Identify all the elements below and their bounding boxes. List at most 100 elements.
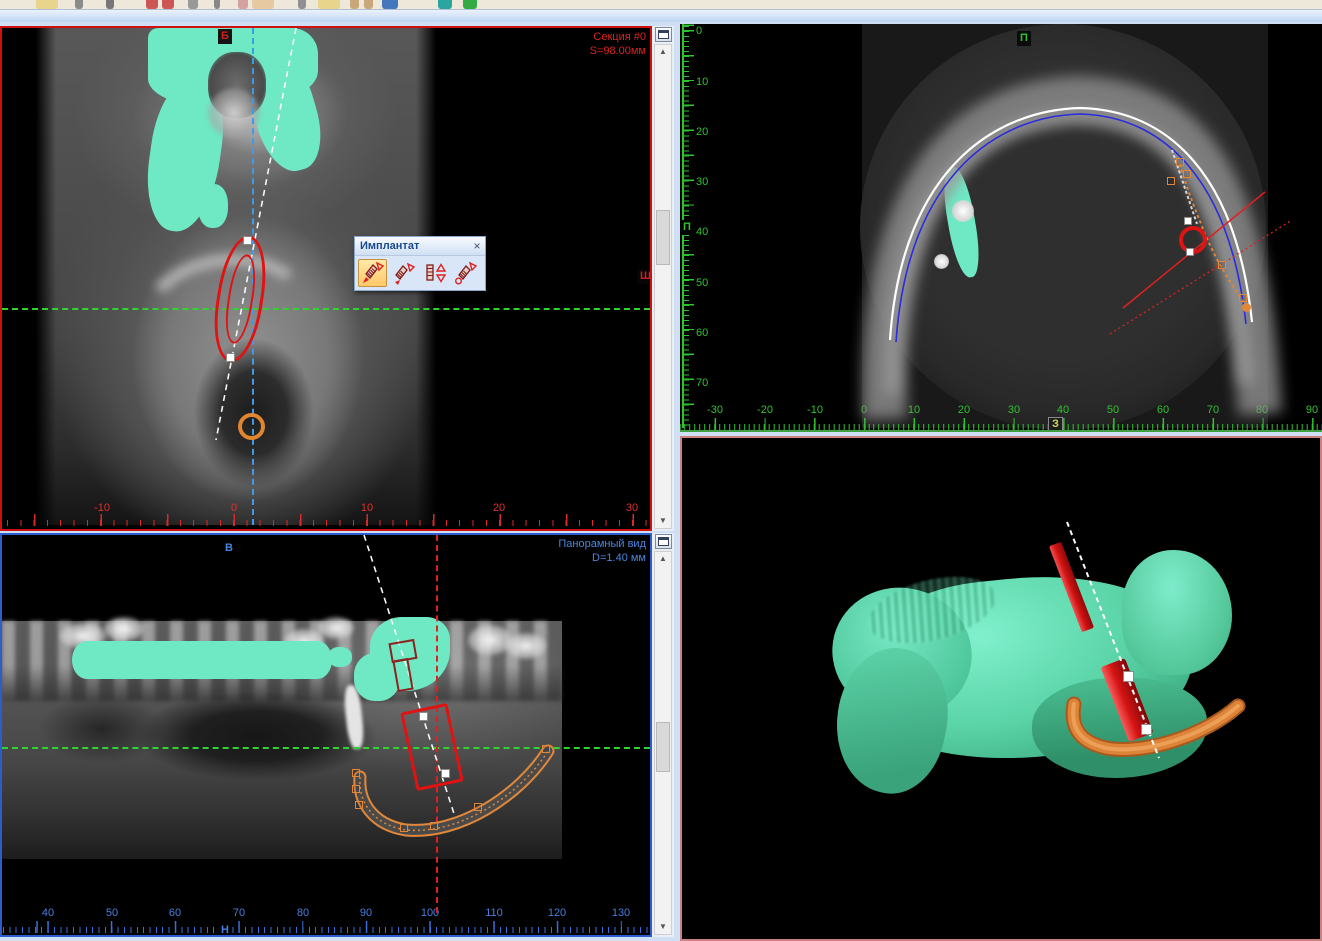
ruler-label: 80	[297, 907, 309, 919]
ruler-label: 30	[696, 176, 708, 188]
resize-implant-button[interactable]	[420, 259, 449, 287]
panoramic-view[interactable]: 405060708090100110120130 Панорамный вид …	[0, 533, 652, 937]
rotate-implant-button[interactable]	[389, 259, 418, 287]
toolbar-icon-fragment[interactable]	[188, 0, 198, 9]
implant-bottom-handle[interactable]	[1141, 724, 1152, 735]
main-toolbar	[0, 0, 1322, 22]
toolbar-icon-fragment[interactable]	[238, 0, 248, 9]
tooth-highlight	[104, 617, 144, 641]
window-icon	[658, 30, 669, 39]
maximize-view-button[interactable]	[655, 534, 672, 549]
tooth-highlight	[318, 617, 354, 639]
maximize-view-button[interactable]	[655, 27, 672, 42]
implant-handle[interactable]	[1186, 248, 1194, 256]
implant-handle[interactable]	[1184, 217, 1192, 225]
ruler-label: 40	[1057, 404, 1069, 416]
ruler-label: 0	[696, 25, 702, 37]
implant-pivot-button[interactable]	[451, 259, 480, 287]
nerve-curve-handle[interactable]	[355, 801, 363, 809]
ruler-label: 80	[1256, 404, 1268, 416]
toolbar-icons-strip[interactable]	[0, 0, 1322, 9]
ruler-label: 70	[696, 377, 708, 389]
nerve-curve-handle[interactable]	[352, 785, 360, 793]
ruler-label: -10	[94, 502, 110, 514]
nerve-curve-handle[interactable]	[1183, 170, 1191, 178]
toolbar-icon-fragment[interactable]	[350, 0, 359, 9]
panoramic-scrollbar[interactable]: ▲ ▼	[654, 551, 672, 935]
toolbar-icon-fragment[interactable]	[146, 0, 158, 9]
implant-bottom-handle[interactable]	[441, 769, 450, 778]
nerve-curve-handle[interactable]	[400, 824, 408, 832]
toolbar-icon-fragment[interactable]	[162, 0, 174, 9]
toolbar-icon-fragment[interactable]	[298, 0, 306, 9]
axial-view[interactable]: 010203040506070 -30-20-10010203040506070…	[680, 24, 1322, 432]
nerve-curve-handle[interactable]	[352, 769, 360, 777]
cross-section-ruler: -100102030	[2, 502, 650, 516]
nerve-curve-handle[interactable]	[1218, 261, 1226, 269]
cross-section-view[interactable]: -100102030 Секция #0 S=98.00мм Б Ш Импла…	[0, 26, 652, 531]
segmentation-teal-region	[198, 184, 228, 228]
toolbar-icon-fragment[interactable]	[252, 0, 274, 9]
tooth-highlight	[506, 633, 546, 659]
toolbar-icon-fragment[interactable]	[463, 0, 477, 9]
radiopaque-marker	[934, 254, 949, 269]
implant-move-icon	[361, 261, 385, 285]
horizontal-crosshair-line[interactable]	[2, 747, 650, 749]
ruler-ticks	[2, 927, 650, 933]
implant-top-handle[interactable]	[1123, 671, 1134, 682]
segmentation-teal-region	[328, 647, 352, 667]
move-implant-button[interactable]	[358, 259, 387, 287]
orientation-label-bottom: Н	[218, 923, 232, 937]
ruler-label: 60	[696, 327, 708, 339]
toolbar-icon-fragment[interactable]	[36, 0, 58, 9]
scroll-up-icon[interactable]: ▲	[655, 45, 671, 59]
toolbar-gradient	[0, 9, 1322, 22]
cross-section-scrollbar[interactable]: ▲ ▼	[654, 44, 672, 529]
ruler-label: 50	[696, 277, 708, 289]
ruler-label: -30	[707, 404, 723, 416]
horizontal-crosshair-line[interactable]	[2, 308, 650, 310]
view-title: Панорамный вид	[558, 537, 646, 551]
scroll-down-icon[interactable]: ▼	[655, 920, 671, 934]
scroll-down-icon[interactable]: ▼	[655, 514, 671, 528]
view-title: Секция #0	[590, 30, 646, 44]
nerve-curve-handle[interactable]	[474, 803, 482, 811]
toolbar-icon-fragment[interactable]	[75, 0, 83, 9]
toolbar-icon-fragment[interactable]	[106, 0, 114, 9]
implant-rotate-icon	[392, 261, 416, 285]
nerve-curve-handle[interactable]	[430, 822, 438, 830]
window-icon	[658, 537, 669, 546]
nerve-canal-cross-section[interactable]	[238, 413, 265, 440]
implant-top-handle[interactable]	[243, 236, 252, 245]
toolbar-icon-fragment[interactable]	[438, 0, 452, 9]
implant-bottom-handle[interactable]	[226, 353, 235, 362]
nerve-curve-endpoint[interactable]	[1242, 303, 1251, 312]
ruler-label: 30	[1008, 404, 1020, 416]
scrollbar-thumb[interactable]	[656, 722, 670, 772]
nerve-curve-handle[interactable]	[1176, 158, 1184, 166]
orientation-label-right: П	[680, 220, 694, 235]
radiopaque-marker	[952, 200, 974, 222]
nerve-curve-handle[interactable]	[1239, 294, 1247, 302]
mandible-3d-mesh	[1122, 550, 1232, 675]
palette-titlebar[interactable]: Имплантат ×	[355, 237, 485, 256]
close-icon[interactable]: ×	[469, 238, 485, 254]
nerve-curve-handle[interactable]	[542, 745, 550, 753]
scroll-up-icon[interactable]: ▲	[655, 552, 671, 566]
view-title-block: Панорамный вид D=1.40 мм	[558, 537, 646, 565]
three-d-view[interactable]	[680, 436, 1322, 941]
implant-palette-window[interactable]: Имплантат ×	[354, 236, 486, 291]
nerve-curve-handle[interactable]	[1167, 177, 1175, 185]
implant-top-handle[interactable]	[419, 712, 428, 721]
scrollbar-thumb[interactable]	[656, 210, 670, 265]
toolbar-icon-fragment[interactable]	[382, 0, 398, 9]
toolbar-icon-fragment[interactable]	[364, 0, 373, 9]
toolbar-icon-fragment[interactable]	[214, 0, 220, 9]
toolbar-icon-fragment[interactable]	[318, 0, 340, 9]
application-window: -100102030 Секция #0 S=98.00мм Б Ш Импла…	[0, 0, 1322, 941]
segmentation-teal-region	[72, 641, 332, 679]
axial-vertical-ruler: 010203040506070	[696, 24, 726, 428]
tooth-highlight	[468, 625, 512, 655]
ruler-label: 50	[106, 907, 118, 919]
axial-horizontal-ruler: -30-20-100102030405060708090	[680, 404, 1322, 418]
